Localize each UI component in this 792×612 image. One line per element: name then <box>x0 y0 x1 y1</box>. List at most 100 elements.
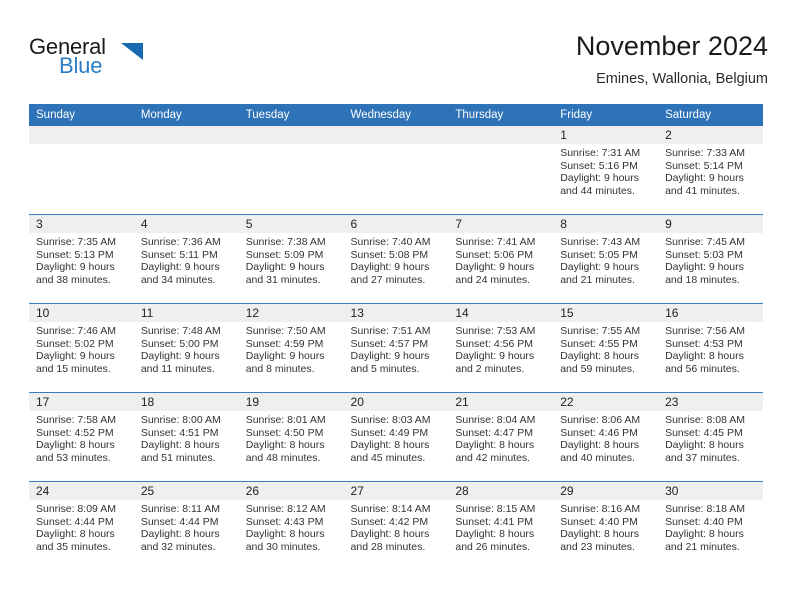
sunset-text: Sunset: 5:05 PM <box>560 248 638 261</box>
day-details: Sunrise: 7:45 AM Sunset: 5:03 PM Daylight:… <box>658 233 763 286</box>
sunrise-text: Sunrise: 7:40 AM <box>350 236 431 248</box>
daylight-text-line1: Daylight: 9 hours <box>350 261 430 274</box>
day-cell[interactable]: 3 Sunrise: 7:35 AM Sunset: 5:13 PM Daylight… <box>29 214 134 304</box>
day-cell[interactable]: 24 Sunrise: 8:09 AM Sunset: 4:44 PM Dayligh… <box>29 481 134 570</box>
day-cell[interactable]: 14 Sunrise: 7:53 AM Sunset: 4:56 PM Dayligh… <box>448 303 554 393</box>
weekday-header-saturday: Saturday <box>658 104 763 126</box>
day-number: 30 <box>658 482 763 500</box>
day-cell[interactable]: 11 Sunrise: 7:48 AM Sunset: 5:00 PM Dayligh… <box>133 303 239 393</box>
daylight-text-line1: Daylight: 9 hours <box>140 261 220 274</box>
day-cell[interactable] <box>448 126 554 215</box>
daylight-text-line2: and 31 minutes. <box>245 273 321 286</box>
day-cell[interactable]: 25 Sunrise: 8:11 AM Sunset: 4:44 PM Dayligh… <box>133 481 239 570</box>
daylight-text-line1: Daylight: 8 hours <box>140 439 220 452</box>
daylight-text-line1: Daylight: 9 hours <box>245 261 325 274</box>
sunset-text: Sunset: 5:02 PM <box>36 337 114 350</box>
sunrise-text: Sunrise: 8:08 AM <box>665 414 746 426</box>
daylight-text-line1: Daylight: 8 hours <box>665 439 744 452</box>
sunset-text: Sunset: 5:13 PM <box>36 248 114 261</box>
day-cell[interactable] <box>343 126 449 215</box>
sunrise-text: Sunrise: 7:36 AM <box>140 236 221 248</box>
weekday-header-friday: Friday <box>553 104 659 126</box>
day-cell[interactable]: 12 Sunrise: 7:50 AM Sunset: 4:59 PM Dayligh… <box>238 303 344 393</box>
day-cell[interactable]: 10 Sunrise: 7:46 AM Sunset: 5:02 PM Dayligh… <box>29 303 134 393</box>
sunset-text: Sunset: 4:57 PM <box>350 337 429 350</box>
day-cell[interactable]: 30 Sunrise: 8:18 AM Sunset: 4:40 PM Dayligh… <box>658 481 763 570</box>
sunset-text: Sunset: 5:06 PM <box>455 248 534 261</box>
sunrise-text: Sunrise: 8:11 AM <box>140 503 221 515</box>
day-details: Sunrise: 8:06 AM Sunset: 4:46 PM Daylight:… <box>553 411 658 464</box>
day-cell[interactable] <box>29 126 134 215</box>
daylight-text-line2: and 27 minutes. <box>350 273 426 286</box>
day-details: Sunrise: 7:36 AM Sunset: 5:11 PM Daylight:… <box>134 233 239 286</box>
day-cell[interactable]: 23 Sunrise: 8:08 AM Sunset: 4:45 PM Dayligh… <box>658 392 763 482</box>
day-cell[interactable]: 13 Sunrise: 7:51 AM Sunset: 4:57 PM Dayligh… <box>343 303 449 393</box>
calendar-header-row: Sunday Monday Tuesday Wednesday Thursday… <box>29 104 763 126</box>
sunset-text: Sunset: 4:49 PM <box>350 426 429 439</box>
week-row: 24 Sunrise: 8:09 AM Sunset: 4:44 PM Dayligh… <box>29 481 763 570</box>
sunset-text: Sunset: 4:40 PM <box>560 515 638 528</box>
day-cell[interactable] <box>238 126 344 215</box>
day-cell[interactable]: 20 Sunrise: 8:03 AM Sunset: 4:49 PM Dayligh… <box>343 392 449 482</box>
day-details: Sunrise: 7:31 AM Sunset: 5:16 PM Daylight:… <box>553 144 658 197</box>
sunrise-text: Sunrise: 7:53 AM <box>455 325 536 337</box>
day-details: Sunrise: 7:58 AM Sunset: 4:52 PM Daylight:… <box>29 411 134 464</box>
daylight-text-line2: and 30 minutes. <box>245 540 321 553</box>
daylight-text-line2: and 21 minutes. <box>665 540 740 553</box>
day-cell[interactable]: 7 Sunrise: 7:41 AM Sunset: 5:06 PM Daylight… <box>448 214 554 304</box>
daylight-text-line1: Daylight: 9 hours <box>455 261 535 274</box>
daylight-text-line1: Daylight: 8 hours <box>350 439 430 452</box>
day-number: 2 <box>658 126 763 144</box>
day-cell[interactable]: 19 Sunrise: 8:01 AM Sunset: 4:50 PM Dayligh… <box>238 392 344 482</box>
sunrise-text: Sunrise: 8:01 AM <box>245 414 326 426</box>
sunrise-text: Sunrise: 7:41 AM <box>455 236 536 248</box>
day-cell[interactable]: 17 Sunrise: 7:58 AM Sunset: 4:52 PM Dayligh… <box>29 392 134 482</box>
day-details: Sunrise: 7:53 AM Sunset: 4:56 PM Daylight:… <box>448 322 553 375</box>
day-cell[interactable]: 15 Sunrise: 7:55 AM Sunset: 4:55 PM Dayligh… <box>553 303 659 393</box>
day-details: Sunrise: 8:01 AM Sunset: 4:50 PM Daylight:… <box>239 411 344 464</box>
day-cell[interactable]: 5 Sunrise: 7:38 AM Sunset: 5:09 PM Daylight… <box>238 214 344 304</box>
day-details: Sunrise: 8:00 AM Sunset: 4:51 PM Daylight:… <box>134 411 239 464</box>
day-number: 5 <box>238 215 344 233</box>
day-cell[interactable]: 4 Sunrise: 7:36 AM Sunset: 5:11 PM Daylight… <box>133 214 239 304</box>
sunset-text: Sunset: 4:47 PM <box>455 426 534 439</box>
sunrise-text: Sunrise: 7:38 AM <box>245 236 326 248</box>
day-cell[interactable]: 16 Sunrise: 7:56 AM Sunset: 4:53 PM Dayligh… <box>658 303 763 393</box>
day-number: 7 <box>448 215 554 233</box>
day-cell[interactable]: 22 Sunrise: 8:06 AM Sunset: 4:46 PM Dayligh… <box>553 392 659 482</box>
sunset-text: Sunset: 5:11 PM <box>140 248 218 261</box>
daylight-text-line2: and 48 minutes. <box>245 451 321 464</box>
day-details: Sunrise: 7:40 AM Sunset: 5:08 PM Daylight:… <box>344 233 449 286</box>
day-cell[interactable]: 9 Sunrise: 7:45 AM Sunset: 5:03 PM Daylight… <box>658 214 763 304</box>
day-cell[interactable]: 29 Sunrise: 8:16 AM Sunset: 4:40 PM Dayligh… <box>553 481 659 570</box>
sunrise-text: Sunrise: 8:09 AM <box>36 503 116 515</box>
day-cell[interactable]: 8 Sunrise: 7:43 AM Sunset: 5:05 PM Daylight… <box>553 214 659 304</box>
weekday-header-monday: Monday <box>133 104 239 126</box>
daylight-text-line1: Daylight: 8 hours <box>245 528 325 541</box>
sunrise-text: Sunrise: 8:12 AM <box>245 503 326 515</box>
day-cell[interactable]: 2 Sunrise: 7:33 AM Sunset: 5:14 PM Daylight… <box>658 126 763 215</box>
day-cell[interactable]: 21 Sunrise: 8:04 AM Sunset: 4:47 PM Dayligh… <box>448 392 554 482</box>
sunrise-text: Sunrise: 7:43 AM <box>560 236 641 248</box>
daylight-text-line1: Daylight: 8 hours <box>36 439 115 452</box>
day-cell[interactable]: 18 Sunrise: 8:00 AM Sunset: 4:51 PM Dayligh… <box>133 392 239 482</box>
daylight-text-line1: Daylight: 9 hours <box>36 261 115 274</box>
day-cell[interactable]: 1 Sunrise: 7:31 AM Sunset: 5:16 PM Daylight… <box>553 126 659 215</box>
week-row: 3 Sunrise: 7:35 AM Sunset: 5:13 PM Daylight… <box>29 214 763 304</box>
day-number: 6 <box>343 215 449 233</box>
brand-logo[interactable]: General Blue <box>29 34 159 86</box>
day-number: 8 <box>553 215 659 233</box>
day-cell[interactable]: 28 Sunrise: 8:15 AM Sunset: 4:41 PM Dayligh… <box>448 481 554 570</box>
day-cell[interactable]: 26 Sunrise: 8:12 AM Sunset: 4:43 PM Dayligh… <box>238 481 344 570</box>
day-details: Sunrise: 8:08 AM Sunset: 4:45 PM Daylight:… <box>658 411 763 464</box>
day-cell[interactable] <box>133 126 239 215</box>
calendar-body: 1 Sunrise: 7:31 AM Sunset: 5:16 PM Daylight… <box>29 126 763 570</box>
day-details: Sunrise: 8:18 AM Sunset: 4:40 PM Daylight:… <box>658 500 763 553</box>
day-number: 24 <box>29 482 134 500</box>
daylight-text-line1: Daylight: 8 hours <box>350 528 430 541</box>
daylight-text-line1: Daylight: 8 hours <box>665 528 744 541</box>
day-details: Sunrise: 8:14 AM Sunset: 4:42 PM Daylight:… <box>344 500 449 553</box>
day-cell[interactable]: 27 Sunrise: 8:14 AM Sunset: 4:42 PM Dayligh… <box>343 481 449 570</box>
day-cell[interactable]: 6 Sunrise: 7:40 AM Sunset: 5:08 PM Daylight… <box>343 214 449 304</box>
week-row: 1 Sunrise: 7:31 AM Sunset: 5:16 PM Daylight… <box>29 126 763 215</box>
